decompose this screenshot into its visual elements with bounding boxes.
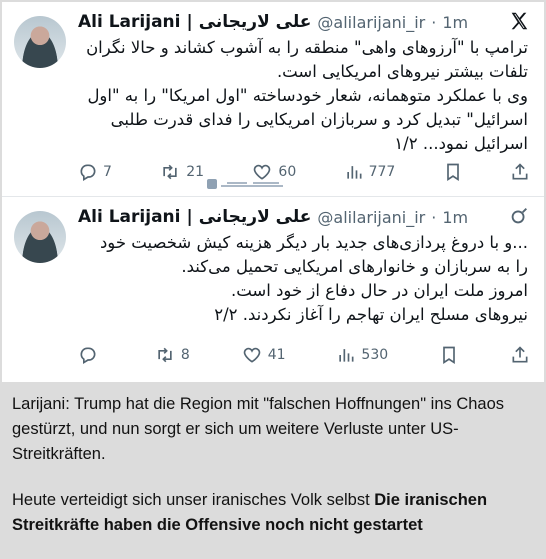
reply-button[interactable]: 7 (78, 162, 112, 182)
tweet-text-line: ...و با دروغ پردازی‌های جدید بار دیگر هز… (99, 233, 528, 252)
bookmark-icon (439, 345, 459, 365)
watermark-logo (207, 178, 289, 193)
dot-separator: · (431, 12, 437, 32)
avatar[interactable] (14, 211, 66, 263)
tweet-actions: 8 41 530 (78, 343, 530, 367)
reply-icon (78, 345, 98, 365)
tweet-header: Ali Larijani | علی لاریجانی @alilarijani… (78, 10, 530, 34)
x-logo-icon (508, 10, 530, 36)
link-icon[interactable] (508, 205, 530, 231)
name-separator: | (186, 12, 193, 32)
tweet-header: Ali Larijani | علی لاریجانی @alilarijani… (78, 205, 530, 229)
tweet-text-line: وی با عملکرد متوهمانه، شعار خودساخته "او… (87, 86, 528, 105)
like-button[interactable]: 41 (241, 345, 286, 365)
tweet-text-line: نیروهای مسلح ایران تهاجم را آغاز نکردند.… (214, 305, 528, 324)
tweet-text: ترامپ با "آرزوهای واهی" منطقه را به آشوب… (78, 36, 528, 156)
heart-icon (241, 345, 263, 365)
bookmark-button[interactable] (443, 162, 463, 182)
repost-button[interactable]: 21 (159, 162, 204, 182)
caption-plain-text: Heute verteidigt sich unser iranisches V… (12, 491, 375, 509)
share-icon (510, 162, 530, 182)
views-icon (344, 162, 364, 182)
tweet-text-line: اسرائیل نمود... ۱/۲ (394, 134, 528, 153)
tweet-text-line: را به سربازان و خانوارهای امریکایی تحمیل… (181, 257, 528, 276)
share-button[interactable] (510, 162, 530, 182)
dot-separator: · (431, 207, 437, 227)
repost-icon (154, 345, 176, 365)
caption-paragraph-1: Larijani: Trump hat die Region mit "fals… (12, 395, 505, 463)
display-name-fa[interactable]: علی لاریجانی (199, 207, 312, 227)
caption-paragraph-2: Heute verteidigt sich unser iranisches V… (12, 488, 534, 538)
display-name-fa[interactable]: علی لاریجانی (199, 12, 312, 32)
tweet-thread-card: Ali Larijani | علی لاریجانی @alilarijani… (2, 2, 544, 382)
tweet-text-line: ترامپ با "آرزوهای واهی" منطقه را به آشوب… (86, 38, 528, 57)
handle[interactable]: @alilarijani_ir (317, 208, 425, 227)
views-button[interactable]: 530 (336, 345, 388, 365)
name-separator: | (186, 207, 193, 227)
tweet-2[interactable]: Ali Larijani | علی لاریجانی @alilarijani… (2, 197, 544, 382)
repost-count: 21 (186, 164, 205, 180)
timestamp[interactable]: 1m (442, 13, 468, 32)
like-count: 41 (267, 347, 286, 363)
repost-count: 8 (180, 347, 190, 363)
tweet-text: ...و با دروغ پردازی‌های جدید بار دیگر هز… (78, 231, 528, 327)
bookmark-icon (443, 162, 463, 182)
share-icon (510, 345, 530, 365)
repost-button[interactable]: 8 (154, 345, 190, 365)
views-count: 530 (361, 347, 389, 363)
display-name-en[interactable]: Ali Larijani (78, 12, 180, 32)
reply-icon (78, 162, 98, 182)
tweet-text-line: تلفات بیشتر نیروهای امریکایی است. (276, 62, 528, 81)
reply-count: 7 (103, 164, 112, 180)
repost-icon (159, 162, 181, 182)
views-count: 777 (368, 164, 396, 180)
views-button[interactable]: 777 (344, 162, 396, 182)
tweet-actions: 7 21 60 777 (78, 160, 530, 184)
views-icon (336, 345, 356, 365)
reply-button[interactable] (78, 345, 103, 365)
share-button[interactable] (510, 345, 530, 365)
bookmark-button[interactable] (439, 345, 459, 365)
avatar[interactable] (14, 16, 66, 68)
caption-text: Larijani: Trump hat die Region mit "fals… (12, 392, 534, 559)
timestamp[interactable]: 1m (442, 208, 468, 227)
display-name-en[interactable]: Ali Larijani (78, 207, 180, 227)
tweet-text-line: اسرائیل" تبدیل کرد و سربازان امریکایی را… (110, 110, 528, 129)
handle[interactable]: @alilarijani_ir (317, 13, 425, 32)
tweet-1[interactable]: Ali Larijani | علی لاریجانی @alilarijani… (2, 2, 544, 197)
tweet-text-line: امروز ملت ایران در حال دفاع از خود است. (230, 281, 528, 300)
